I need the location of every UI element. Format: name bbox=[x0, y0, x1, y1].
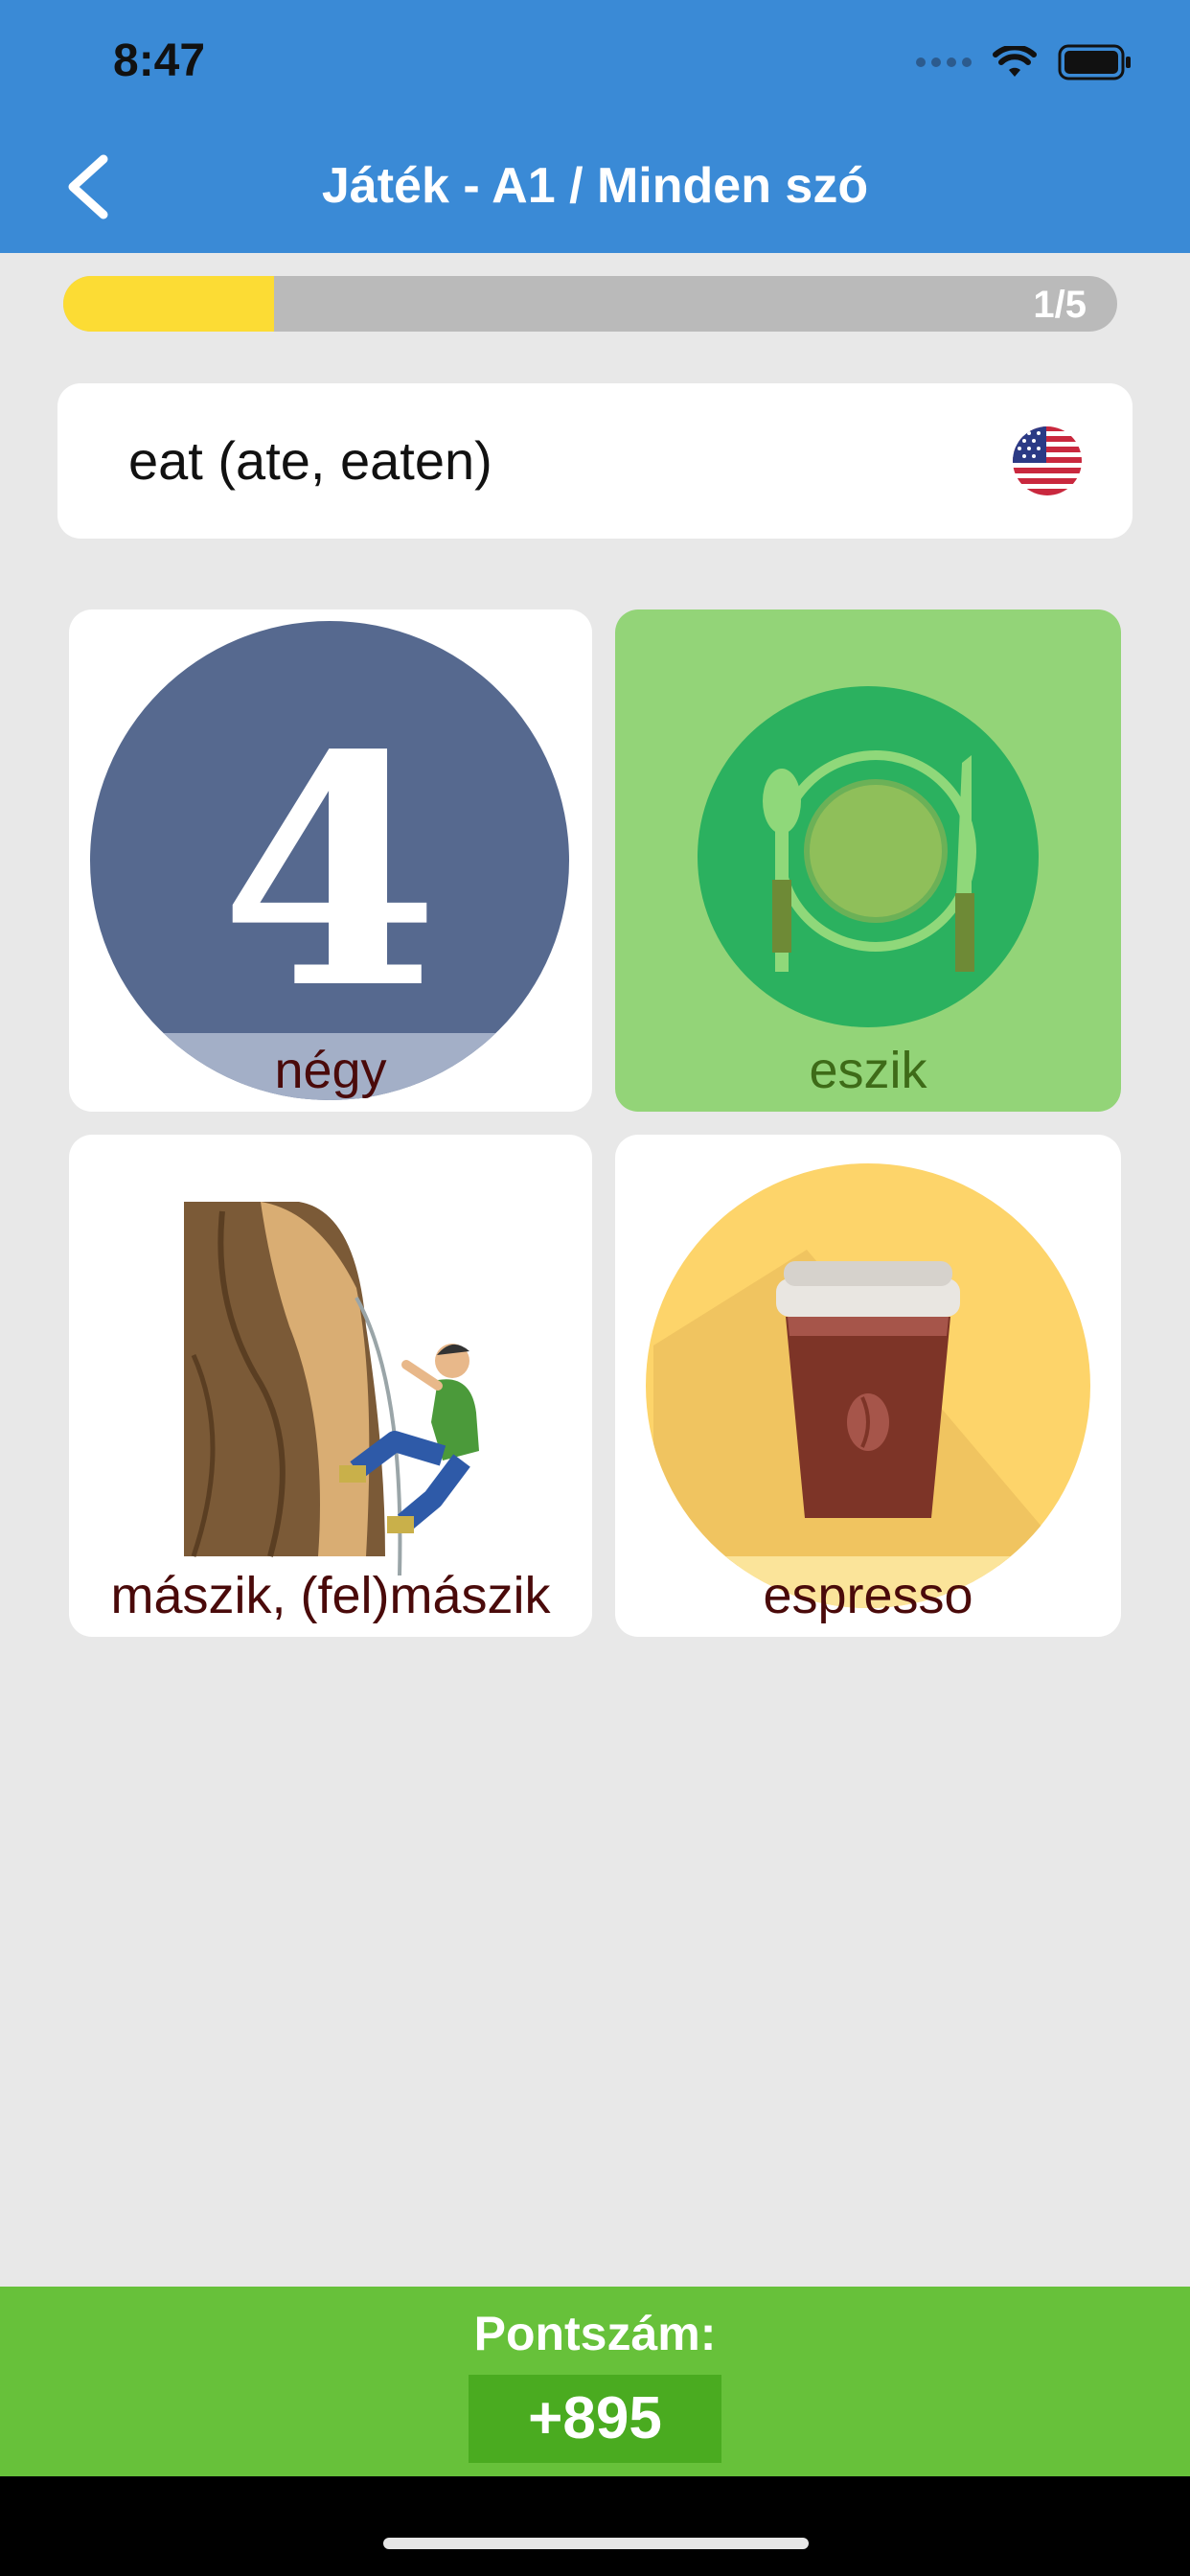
battery-icon bbox=[1058, 44, 1131, 80]
prompt-card: eat (ate, eaten) bbox=[57, 383, 1133, 539]
signal-icon bbox=[916, 58, 972, 67]
progress-fill bbox=[63, 276, 274, 332]
answer-label: mászik, (fel)mászik bbox=[110, 1567, 551, 1624]
wifi-icon bbox=[993, 46, 1037, 77]
home-indicator[interactable] bbox=[383, 2538, 809, 2549]
answer-card-negy[interactable]: 4 négy bbox=[69, 610, 592, 1112]
answer-card-espresso[interactable]: espresso bbox=[615, 1135, 1121, 1637]
score-bar: Pontszám: +895 bbox=[0, 2287, 1190, 2476]
answer-card-maszik[interactable]: mászik, (fel)mászik bbox=[69, 1135, 592, 1637]
status-icons bbox=[916, 44, 1133, 80]
answer-label: négy bbox=[274, 1042, 387, 1099]
bottom-safe-area bbox=[0, 2476, 1190, 2576]
progress-label: 1/5 bbox=[1033, 284, 1087, 326]
plate-cutlery-icon bbox=[698, 686, 1039, 1027]
answer-label: eszik bbox=[809, 1042, 927, 1099]
prompt-word: eat (ate, eaten) bbox=[128, 430, 492, 491]
us-flag-icon[interactable] bbox=[1012, 426, 1083, 496]
game-screen: 8:47 Játék - A1 / Minden szó 1/5 eat (at… bbox=[0, 0, 1190, 2576]
page-title: Játék - A1 / Minden szó bbox=[321, 158, 869, 214]
score-value: +895 bbox=[469, 2375, 721, 2463]
answer-card-eszik[interactable]: eszik bbox=[615, 610, 1121, 1112]
status-time: 8:47 bbox=[113, 35, 206, 86]
svg-text:4: 4 bbox=[219, 686, 440, 1058]
top-header: 8:47 Játék - A1 / Minden szó bbox=[0, 0, 1190, 253]
score-title: Pontszám: bbox=[473, 2307, 717, 2360]
progress-bar: 1/5 bbox=[63, 276, 1117, 332]
number-four-icon: 4 bbox=[90, 621, 569, 1100]
climber-icon bbox=[184, 1202, 479, 1576]
answer-label: espresso bbox=[763, 1567, 973, 1624]
coffee-cup-icon bbox=[646, 1163, 1090, 1608]
